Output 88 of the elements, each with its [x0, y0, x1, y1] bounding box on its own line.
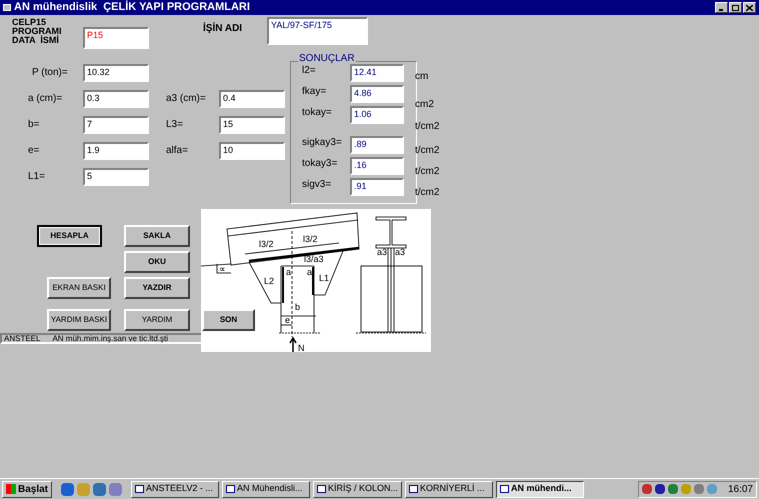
form-button[interactable]: YARDIM BASKI: [47, 309, 111, 331]
quick-launch-icon[interactable]: [61, 482, 74, 496]
app-icon: [3, 4, 11, 11]
dimension-label: b: [295, 302, 300, 312]
dimension-label: l3/2: [303, 234, 318, 244]
field-label: b=: [28, 120, 40, 130]
field-label: P (ton)=: [32, 68, 68, 78]
field-label: L3=: [166, 120, 183, 130]
field-label: alfa=: [166, 146, 188, 156]
dimension-label: ∝: [219, 264, 225, 274]
window-title: AN mühendislik ÇELİK YAPI PROGRAMLARI: [14, 2, 251, 13]
group-title: SONUÇLAR: [298, 54, 356, 64]
minimize-button[interactable]: [715, 2, 728, 13]
field-label: tokay3=: [302, 159, 338, 169]
form-button[interactable]: SAKLA: [124, 225, 190, 247]
input-field[interactable]: 10.32: [83, 64, 149, 82]
task-button[interactable]: ANSTEELV2 - ...: [131, 480, 220, 498]
quick-launch-icon[interactable]: [109, 482, 122, 496]
form-button[interactable]: EKRAN BASKI: [47, 277, 111, 299]
field-label: sigv3=: [302, 180, 332, 190]
field-label: sigkay3=: [302, 138, 342, 148]
field-label: L1=: [28, 172, 45, 182]
window-icon: [500, 485, 510, 493]
unit-label: cm: [415, 72, 428, 82]
tray-icon[interactable]: [642, 484, 652, 494]
tray-icon[interactable]: [654, 484, 665, 494]
data-name-field[interactable]: P15: [83, 27, 149, 49]
form-button[interactable]: YARDIM: [124, 309, 190, 331]
field-label: fkay=: [302, 87, 326, 97]
result-field[interactable]: .91: [350, 178, 404, 196]
dimension-label: e: [285, 315, 290, 325]
clock: 16:07: [728, 482, 753, 496]
start-button[interactable]: Başlat: [2, 480, 52, 498]
result-field[interactable]: .89: [350, 136, 404, 154]
maximize-button[interactable]: [729, 2, 742, 13]
input-field[interactable]: 7: [83, 116, 149, 134]
maximize-icon: [732, 4, 739, 10]
form-button[interactable]: SON: [202, 309, 255, 331]
input-field[interactable]: 0.4: [219, 90, 285, 108]
window-icon: [317, 485, 326, 493]
unit-label: t/cm2: [415, 167, 440, 177]
dimension-label: a3: [377, 247, 388, 257]
field-label: a3 (cm)=: [166, 94, 206, 104]
window-icon: [135, 485, 144, 493]
job-name-field[interactable]: YAL/97-SF/175: [267, 17, 368, 45]
windows-logo-icon: [6, 484, 16, 494]
result-field[interactable]: 1.06: [350, 106, 404, 124]
form-button[interactable]: HESAPLA: [37, 225, 102, 247]
dimension-label: l3/2: [259, 239, 274, 249]
unit-label: t/cm2: [415, 146, 440, 156]
form-button[interactable]: YAZDIR: [124, 277, 190, 299]
form-button[interactable]: OKU: [124, 251, 190, 273]
dimension-label: a3: [395, 247, 406, 257]
close-button[interactable]: [743, 2, 756, 13]
dimension-label: N: [298, 343, 304, 352]
task-button[interactable]: KİRİŞ / KOLON...: [313, 480, 402, 498]
field-label: a (cm)=: [28, 94, 62, 104]
input-field[interactable]: 0.3: [83, 90, 149, 108]
status-text: AN müh.mim.inş.san ve tic.ltd.şti: [52, 334, 168, 342]
program-label: CELP15 PROGRAMI DATA İSMİ: [12, 18, 62, 45]
input-field[interactable]: 5: [83, 168, 149, 186]
unit-label: t/cm2: [415, 122, 440, 132]
window-icon: [226, 485, 236, 493]
input-field[interactable]: 15: [219, 116, 285, 134]
tray-icon[interactable]: [668, 484, 678, 494]
dimension-label: l3/a3: [304, 254, 324, 264]
dimension-label: L1: [319, 273, 330, 283]
dimension-label: a: [286, 267, 292, 277]
close-icon: [746, 4, 753, 10]
task-button[interactable]: AN mühendi...: [496, 480, 584, 498]
status-text: ANSTEEL: [4, 334, 40, 342]
dimension-label: a: [307, 267, 312, 277]
job-label: İŞİN ADI: [203, 24, 242, 34]
task-button[interactable]: KORNİYERLİ ...: [405, 480, 494, 498]
result-field[interactable]: .16: [350, 157, 404, 175]
task-button[interactable]: AN Mühendisli...: [222, 480, 310, 498]
input-field[interactable]: 10: [219, 142, 285, 160]
quick-launch-icon[interactable]: [93, 482, 106, 496]
result-field[interactable]: 4.86: [350, 85, 404, 103]
result-field[interactable]: 12.41: [350, 64, 404, 82]
field-label: tokay=: [302, 108, 332, 118]
unit-label: cm2: [415, 100, 434, 110]
field-label: e=: [28, 146, 40, 156]
input-field[interactable]: 1.9: [83, 142, 149, 160]
dimension-label: L2: [264, 276, 274, 286]
field-label: l2=: [302, 66, 316, 76]
unit-label: t/cm2: [415, 188, 440, 198]
window-icon: [409, 485, 418, 493]
